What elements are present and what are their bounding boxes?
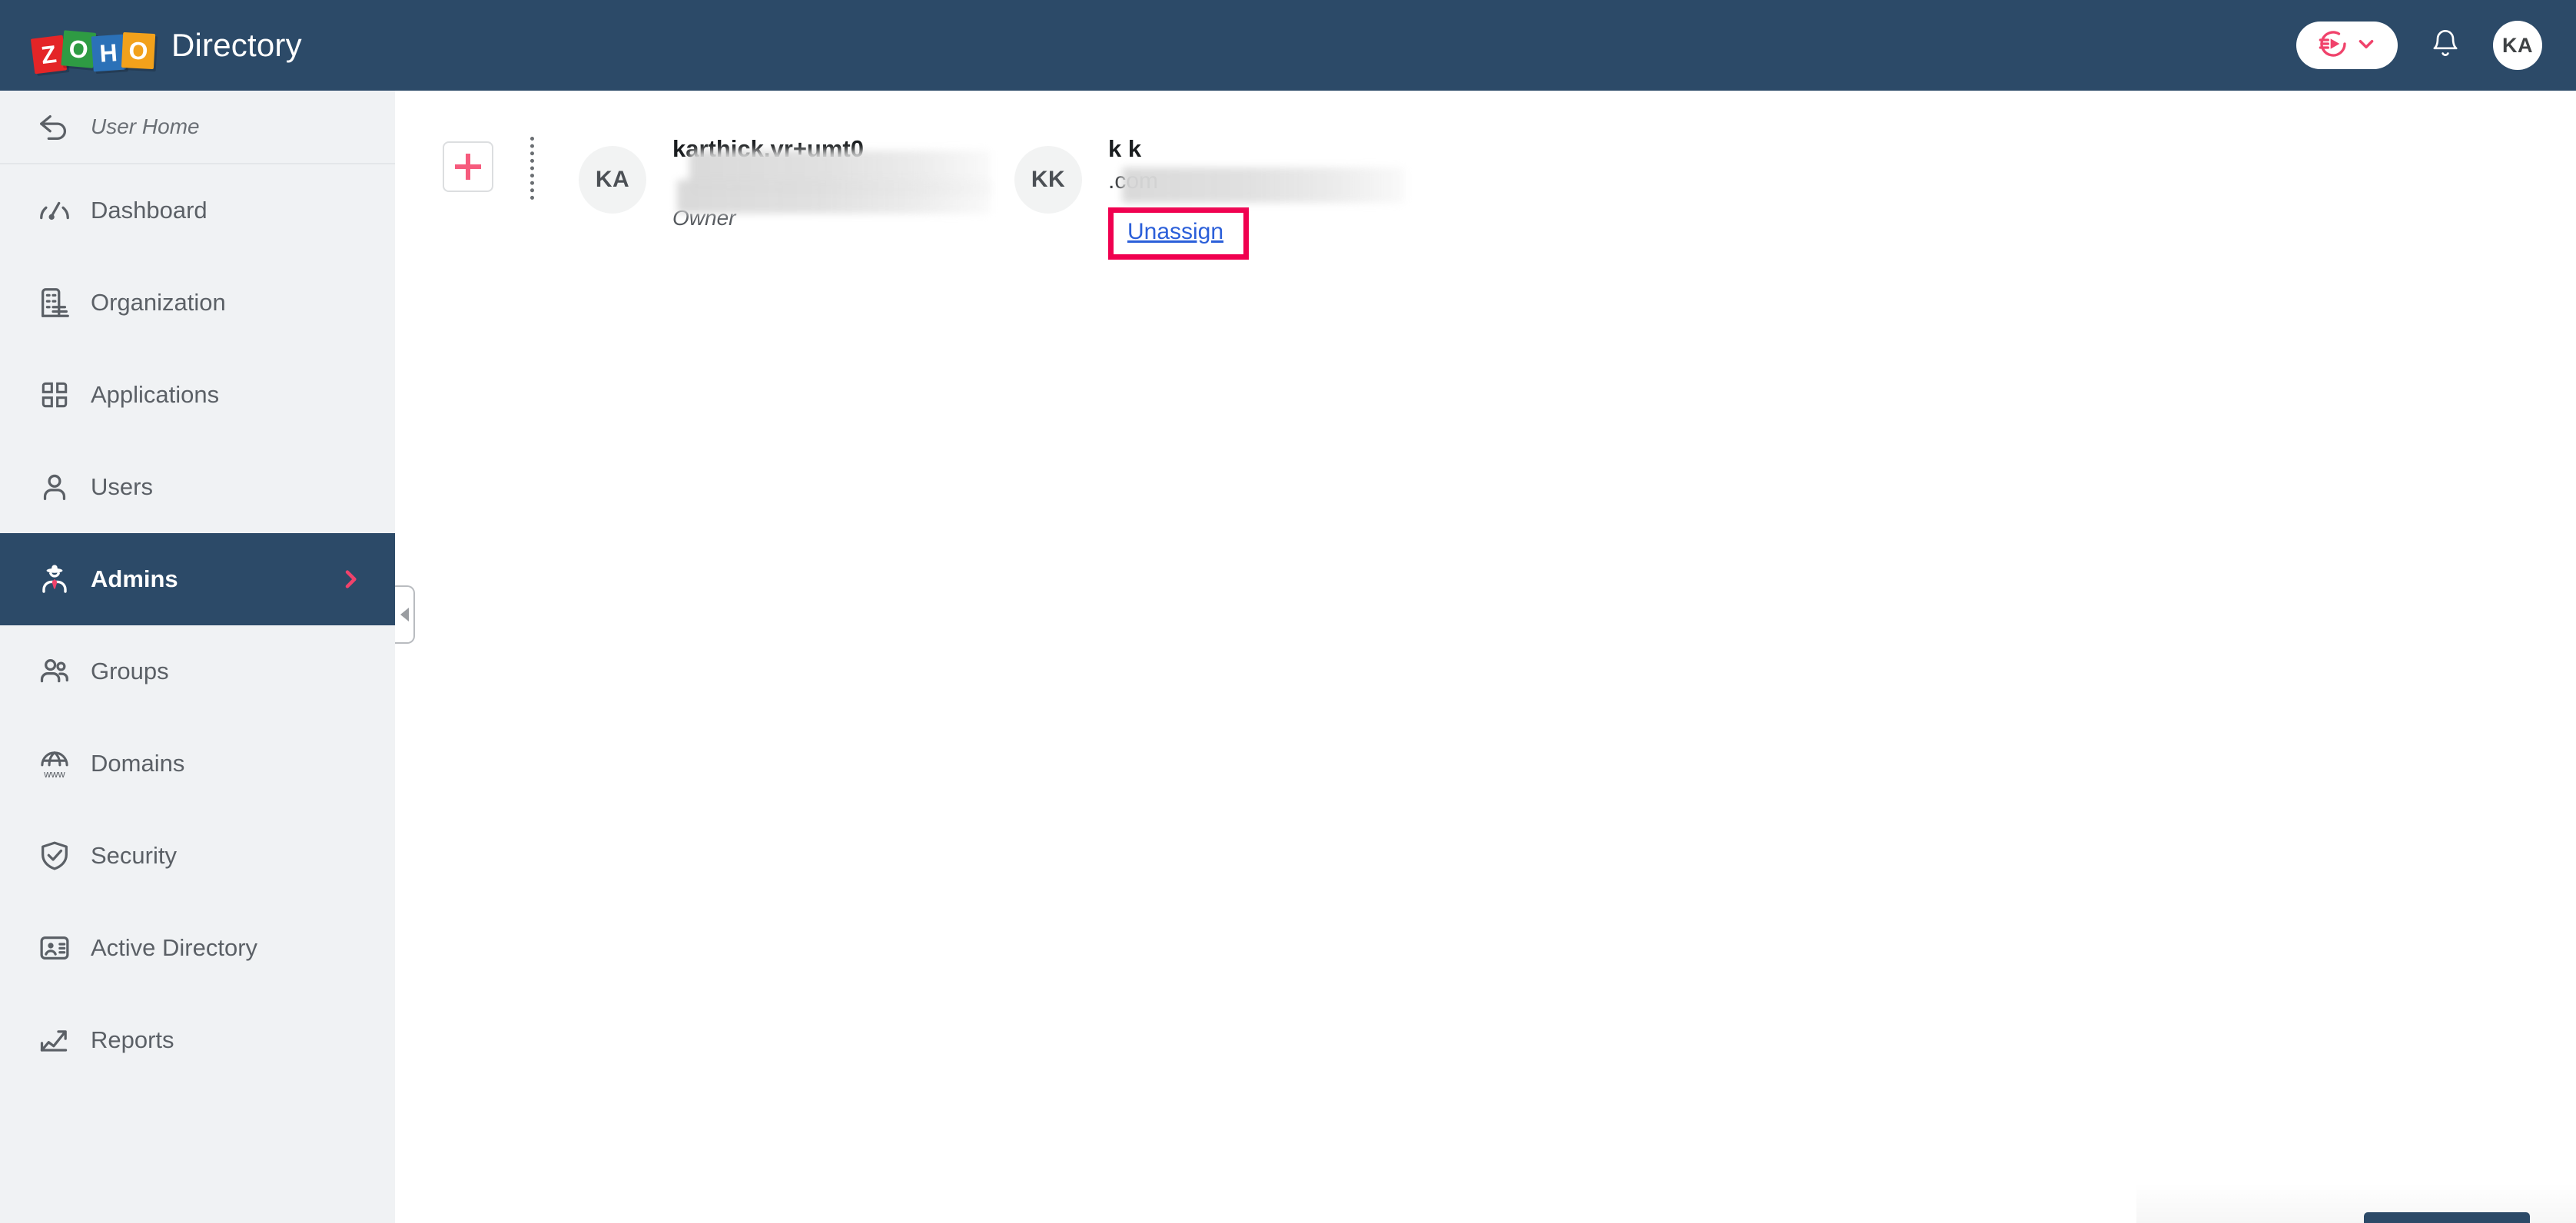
back-arrow-icon: [26, 109, 83, 144]
gauge-icon: [26, 193, 83, 228]
sidebar-item-label: Domains: [91, 750, 185, 777]
users-group-icon: [26, 654, 83, 689]
sidebar-item-label: Users: [91, 473, 153, 500]
zoho-logo-block-o2: O: [121, 31, 156, 70]
chevron-right-icon: [338, 567, 363, 592]
admins-list: KA karthick.vr+umt0 Owner KK k k .com Un…: [395, 91, 2576, 260]
zoho-logo-block-o1: O: [61, 30, 97, 68]
chevron-down-icon: [2356, 34, 2376, 58]
admin-card: KA karthick.vr+umt0 Owner: [579, 134, 991, 230]
collapse-sidebar-handle[interactable]: [395, 585, 415, 644]
shield-check-icon: [26, 838, 83, 873]
sidebar-item-dashboard[interactable]: Dashboard: [0, 164, 395, 257]
unassign-link[interactable]: Unassign: [1127, 219, 1223, 244]
admin-person-icon: [26, 561, 83, 598]
add-admin-button[interactable]: [443, 141, 493, 192]
avatar: KK: [1014, 146, 1082, 214]
plus-icon: [455, 154, 481, 180]
sidebar-item-domains[interactable]: www Domains: [0, 718, 395, 810]
sidebar-item-active-directory[interactable]: Active Directory: [0, 902, 395, 994]
admin-email-text: .com: [1107, 168, 1158, 194]
support-chat-widget[interactable]: [2364, 1212, 2530, 1223]
admin-name: karthick.vr+umt0: [672, 135, 864, 162]
quick-launch-button[interactable]: [2296, 22, 2398, 69]
sidebar-item-label: Security: [91, 842, 177, 869]
sidebar-item-users[interactable]: Users: [0, 441, 395, 533]
user-avatar[interactable]: KA: [2493, 21, 2542, 70]
sidebar-item-admins[interactable]: Admins: [0, 533, 395, 625]
building-icon: [26, 285, 83, 320]
admin-name: k k: [1107, 135, 1142, 162]
apps-grid-icon: [26, 378, 83, 412]
notifications-button[interactable]: [2425, 23, 2465, 68]
sidebar-item-applications[interactable]: Applications: [0, 349, 395, 441]
sidebar-item-label: Reports: [91, 1026, 174, 1053]
sidebar-item-groups[interactable]: Groups: [0, 625, 395, 718]
header-actions: KA: [2296, 21, 2542, 70]
admin-card: KK k k .com Unassign: [1014, 134, 1405, 260]
quick-launch-icon: [2318, 28, 2349, 63]
sidebar: User Home Dashboard Organization Applica…: [0, 91, 395, 1223]
admin-email: .com: [1108, 166, 1249, 197]
bell-icon: [2430, 27, 2461, 65]
contact-card-icon: [26, 930, 83, 966]
svg-text:www: www: [43, 769, 65, 780]
admin-email: [672, 166, 864, 197]
sidebar-item-label: Applications: [91, 381, 220, 408]
avatar: KA: [579, 146, 646, 214]
sidebar-item-user-home[interactable]: User Home: [0, 91, 395, 164]
app-header: Z O H O Directory KA: [0, 0, 2576, 91]
sidebar-item-label: Active Directory: [91, 934, 258, 961]
admin-details: karthick.vr+umt0 Owner: [672, 134, 991, 230]
sidebar-item-security[interactable]: Security: [0, 810, 395, 902]
brand[interactable]: Z O H O Directory: [30, 22, 302, 75]
sidebar-item-organization[interactable]: Organization: [0, 257, 395, 349]
chart-arrow-icon: [26, 1022, 83, 1058]
vertical-divider: [530, 137, 534, 200]
sidebar-item-label: Admins: [91, 565, 178, 592]
main-content: KA karthick.vr+umt0 Owner KK k k .com Un…: [395, 91, 2576, 1223]
admin-role: Owner: [672, 206, 736, 230]
sidebar-item-label: Groups: [91, 658, 169, 684]
zoho-logo-icon: Z O H O: [30, 22, 156, 75]
sidebar-item-label: User Home: [91, 114, 200, 138]
sidebar-item-reports[interactable]: Reports: [0, 994, 395, 1086]
sidebar-item-label: Organization: [91, 289, 226, 316]
highlight-box: Unassign: [1107, 207, 1250, 260]
sidebar-item-label: Dashboard: [91, 197, 207, 224]
admin-details: k k .com Unassign: [1107, 134, 1405, 260]
globe-www-icon: www: [26, 746, 83, 781]
zoho-directory-admins-page: Z O H O Directory KA User Home Dashboard…: [0, 0, 2576, 1223]
user-icon: [26, 469, 83, 505]
chevron-left-icon: [400, 608, 409, 621]
product-title: Directory: [171, 27, 302, 63]
